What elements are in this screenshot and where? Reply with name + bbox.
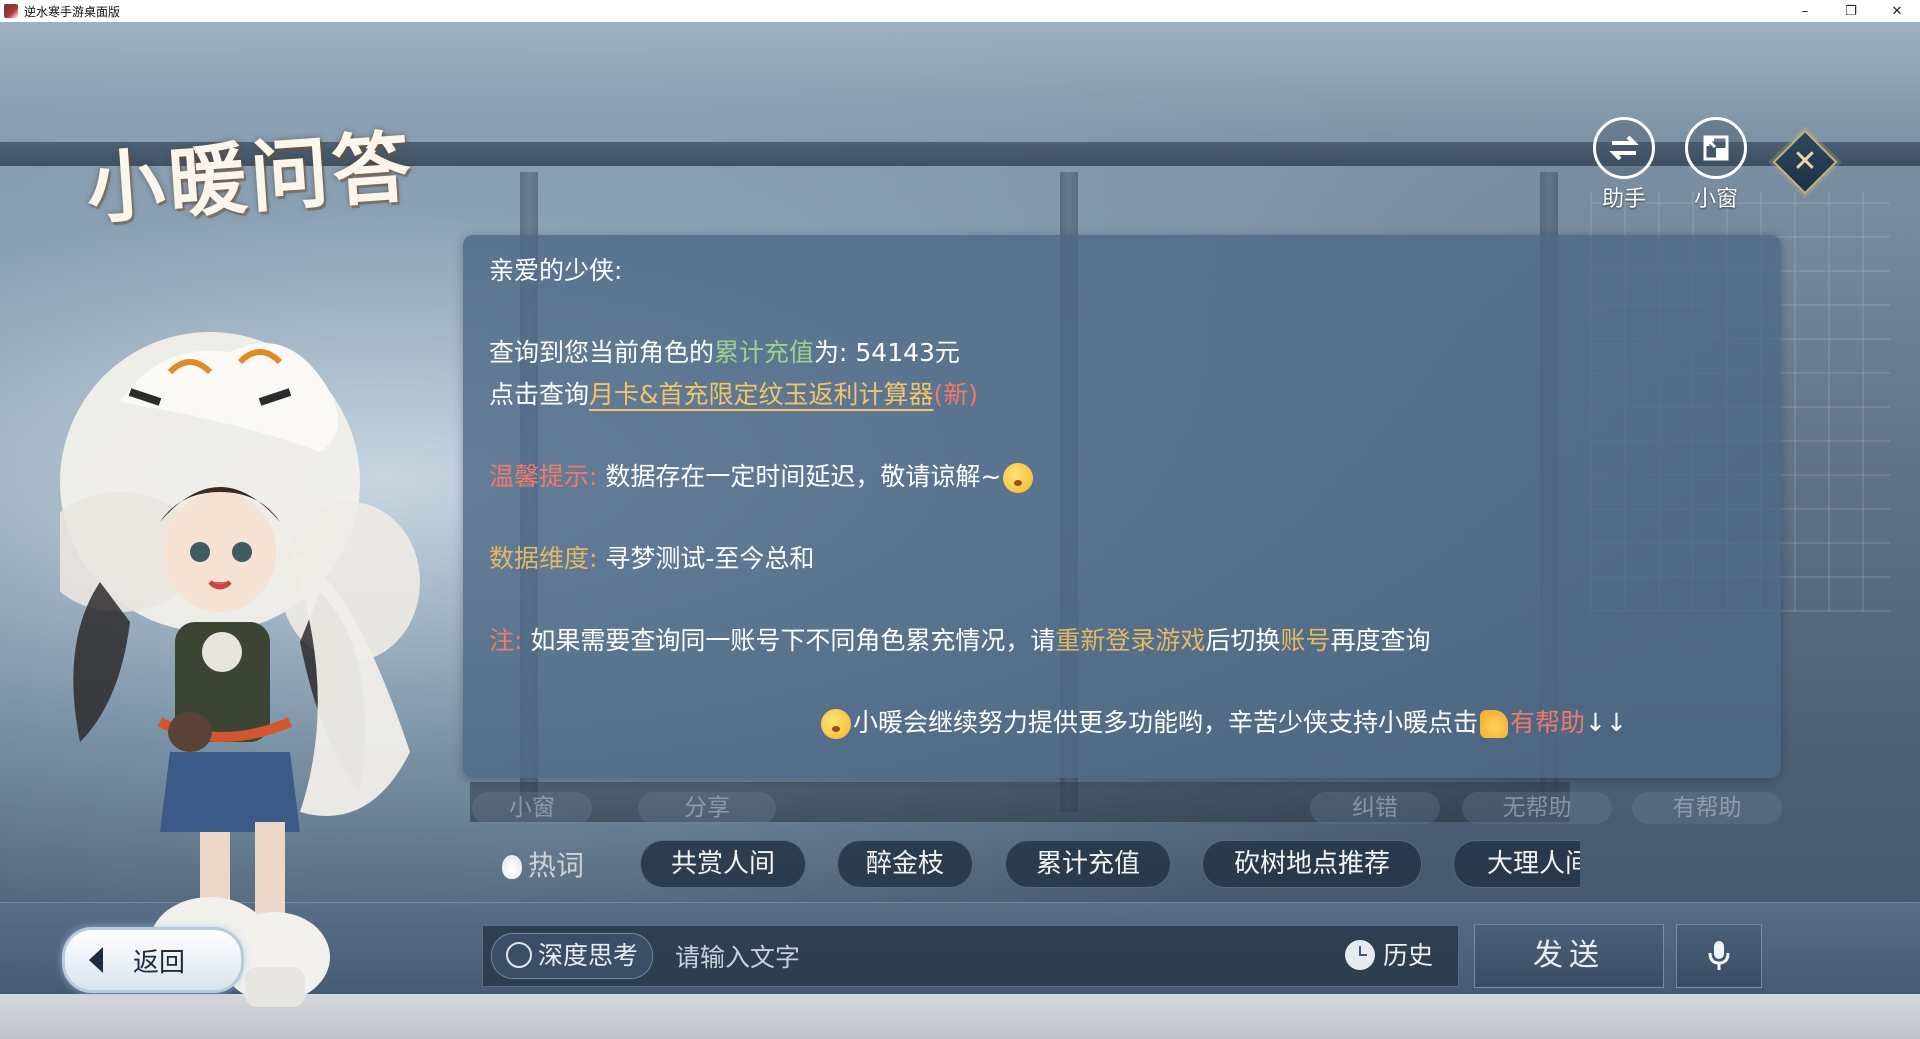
- history-label: 历史: [1383, 941, 1434, 970]
- down-arrows: ↓↓: [1585, 708, 1627, 737]
- question-input[interactable]: [673, 934, 1317, 980]
- hot-words-list: 共赏人间 醉金枝 累计充值 砍树地点推荐 大理人间: [640, 840, 1580, 888]
- action-correct-label: 纠错: [1352, 795, 1398, 821]
- page-title: 小暖问答: [83, 121, 418, 236]
- dimension-line: 数据维度: 寻梦测试-至今总和: [489, 539, 814, 575]
- rebate-calculator-link[interactable]: 月卡&首充限定纹玉返利计算器: [589, 380, 934, 409]
- action-helpful[interactable]: 有帮助: [1632, 792, 1782, 824]
- query-highlight: 累计充值: [714, 338, 815, 367]
- action-share-label: 分享: [684, 795, 730, 821]
- hot-word-chip[interactable]: 大理人间: [1453, 840, 1580, 888]
- dimension-text: 寻梦测试-至今总和: [605, 544, 815, 573]
- note-line: 注: 如果需要查询同一账号下不同角色累充情况，请重新登录游戏后切换账号再度查询: [489, 621, 1430, 657]
- restore-button[interactable]: ❐: [1828, 0, 1874, 22]
- greeting-text: 亲爱的少侠:: [489, 256, 623, 285]
- feedback-prompt-line: 小暖会继续努力提供更多功能哟，辛苦少侠支持小暖点击 有帮助↓↓: [819, 703, 1627, 739]
- action-not-helpful-label: 无帮助: [1502, 795, 1572, 821]
- assistant-button-label: 助手: [1601, 187, 1646, 212]
- window-title: 逆水寒手游桌面版: [24, 4, 121, 19]
- game-viewport: 小暖问答 助手 小窗 ✕ 亲爱的少侠: 查询到您当前角色的累计充值为: 5414…: [0, 22, 1920, 1039]
- back-button[interactable]: 返回: [62, 927, 244, 993]
- app-icon: [4, 4, 18, 18]
- dimension-label: 数据维度:: [489, 544, 598, 573]
- window-controls: – ❐ ✕: [1782, 0, 1920, 22]
- close-panel-button[interactable]: ✕: [1772, 129, 1838, 195]
- hot-word-chip[interactable]: 累计充值: [1005, 840, 1171, 888]
- close-icon: ✕: [1792, 144, 1818, 179]
- clock-icon: [1345, 940, 1375, 970]
- answer-bubble: 亲爱的少侠: 查询到您当前角色的累计充值为: 54143元 点击查询月卡&首充限…: [463, 235, 1781, 778]
- note-label: 注:: [489, 626, 523, 655]
- thumbs-up-icon: [1480, 710, 1509, 738]
- tip-label: 温馨提示:: [489, 462, 598, 491]
- note-text-3: 再度查询: [1330, 626, 1431, 655]
- send-button[interactable]: 发送: [1474, 924, 1664, 988]
- history-button[interactable]: 历史: [1345, 934, 1455, 978]
- tip-text: 数据存在一定时间延迟，敬请谅解~: [605, 462, 1002, 491]
- voice-input-button[interactable]: [1676, 924, 1762, 988]
- new-badge: (新): [933, 380, 979, 409]
- hot-word-chip[interactable]: 砍树地点推荐: [1202, 840, 1422, 888]
- tip-line: 温馨提示: 数据存在一定时间延迟，敬请谅解~: [489, 457, 1035, 493]
- action-share[interactable]: 分享: [638, 792, 776, 824]
- hot-word-chip[interactable]: 共赏人间: [640, 840, 806, 888]
- deep-think-label: 深度思考: [538, 941, 639, 970]
- window-titlebar: 逆水寒手游桌面版 – ❐ ✕: [0, 0, 1920, 23]
- note-text-1: 如果需要查询同一账号下不同角色累充情况，请: [530, 626, 1056, 655]
- character-illustration: [60, 332, 420, 1007]
- mini-window-button[interactable]: 小窗: [1680, 117, 1752, 213]
- query-mid: 为:: [814, 338, 856, 367]
- action-correct[interactable]: 纠错: [1310, 792, 1440, 824]
- feedback-prompt-text: 小暖会继续努力提供更多功能哟，辛苦少侠支持小暖点击: [853, 708, 1479, 737]
- surprised-emoji-icon: [1003, 463, 1034, 493]
- back-arrow-icon: [89, 947, 103, 973]
- action-mini-window-label: 小窗: [509, 795, 555, 821]
- surprised-emoji-icon: [821, 709, 851, 739]
- assistant-button[interactable]: 助手: [1588, 117, 1660, 213]
- mini-window-button-label: 小窗: [1693, 187, 1738, 212]
- hot-words-label-text: 热词: [528, 849, 585, 882]
- feedback-helpful-text: 有帮助: [1510, 708, 1586, 737]
- query-prefix: 查询到您当前角色的: [489, 338, 715, 367]
- recharge-result-line: 查询到您当前角色的累计充值为: 54143元: [489, 333, 960, 369]
- hot-word-chip[interactable]: 醉金枝: [837, 840, 973, 888]
- radio-circle-icon: [506, 942, 532, 968]
- hot-words-label: 热词: [502, 844, 584, 884]
- action-helpful-label: 有帮助: [1672, 795, 1742, 821]
- calculator-link-line: 点击查询月卡&首充限定纹玉返利计算器(新): [489, 375, 978, 411]
- back-button-label: 返回: [133, 947, 186, 978]
- note-text-2: 后切换: [1205, 626, 1281, 655]
- note-highlight-relogin: 重新登录游戏: [1055, 626, 1206, 655]
- chat-input-bar: 深度思考 历史: [482, 925, 1459, 987]
- swap-arrows-icon: [1593, 117, 1655, 179]
- mini-window-icon: [1685, 117, 1747, 179]
- minimize-button[interactable]: –: [1782, 0, 1828, 22]
- link-prefix: 点击查询: [489, 380, 590, 409]
- flame-icon: [502, 855, 522, 879]
- action-not-helpful[interactable]: 无帮助: [1462, 792, 1612, 824]
- deep-think-toggle[interactable]: 深度思考: [491, 933, 653, 979]
- recharge-amount: 54143元: [855, 338, 960, 367]
- close-window-button[interactable]: ✕: [1874, 0, 1920, 22]
- microphone-icon: [1708, 941, 1730, 970]
- note-highlight-account: 账号: [1280, 626, 1331, 655]
- action-mini-window[interactable]: 小窗: [472, 792, 592, 824]
